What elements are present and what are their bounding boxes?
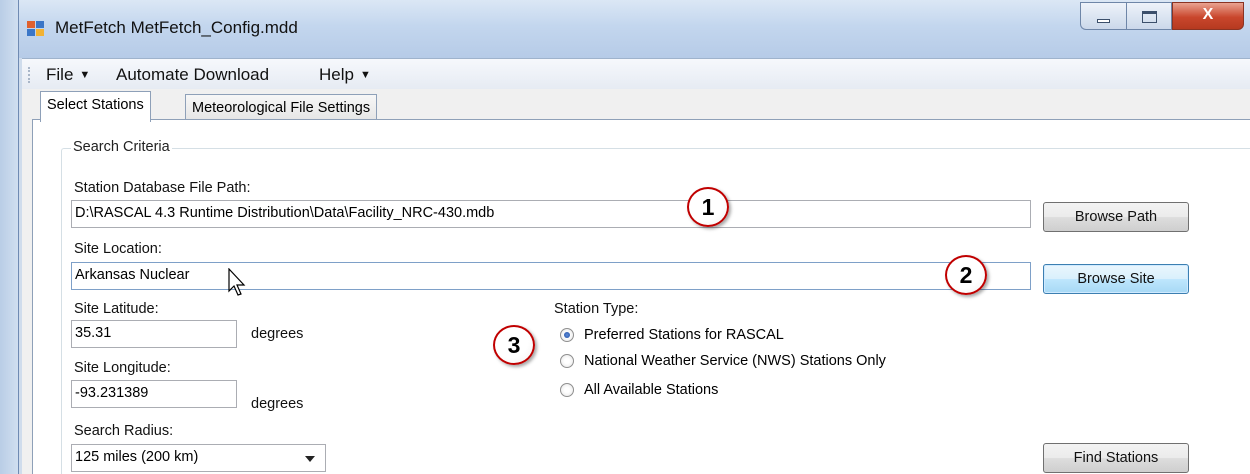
minimize-icon: [1097, 19, 1110, 23]
station-type-nws-label: National Weather Service (NWS) Stations …: [584, 353, 886, 369]
window-title: MetFetch MetFetch_Config.mdd: [55, 18, 298, 37]
tab-panel-select-stations: Search Criteria Station Database File Pa…: [32, 119, 1250, 474]
close-icon: X: [1202, 6, 1214, 23]
maximize-icon: [1142, 11, 1157, 23]
site-location-field[interactable]: Arkansas Nuclear: [71, 262, 1031, 290]
mouse-cursor-icon: [228, 268, 246, 296]
db-path-field[interactable]: D:\RASCAL 4.3 Runtime Distribution\Data\…: [71, 200, 1031, 228]
menu-automate-download[interactable]: Automate Download: [116, 65, 269, 85]
browse-path-button[interactable]: Browse Path: [1043, 202, 1189, 232]
site-latitude-unit: degrees: [251, 326, 304, 342]
menu-automate-download-label: Automate Download: [116, 65, 270, 84]
radio-button-icon: [560, 354, 574, 368]
callout-2: 2: [945, 255, 987, 295]
tab-meteorological-file-settings[interactable]: Meteorological File Settings: [185, 94, 378, 122]
station-type-nws[interactable]: National Weather Service (NWS) Stations …: [560, 353, 886, 369]
client-area: File ▼ Automate Download Help ▼ Select Sta…: [22, 58, 1250, 474]
find-stations-button[interactable]: Find Stations: [1043, 443, 1189, 473]
station-type-all-label: All Available Stations: [584, 382, 719, 398]
maximize-button[interactable]: [1126, 2, 1172, 30]
search-radius-value: 125 miles (200 km): [75, 449, 199, 465]
site-longitude-unit: degrees: [251, 396, 304, 412]
close-button[interactable]: X: [1172, 2, 1244, 30]
chevron-down-icon: [305, 456, 315, 462]
minimize-button[interactable]: [1080, 2, 1126, 30]
menu-file-label: File: [46, 65, 74, 84]
radio-button-icon: [560, 328, 574, 342]
menu-help-label: Help: [319, 65, 354, 84]
db-path-label: Station Database File Path:: [74, 180, 251, 196]
station-type-preferred-label: Preferred Stations for RASCAL: [584, 327, 784, 343]
site-longitude-label: Site Longitude:: [74, 360, 171, 376]
menu-help[interactable]: Help ▼: [319, 65, 371, 85]
search-radius-label: Search Radius:: [74, 423, 174, 439]
app-window: MetFetch MetFetch_Config.mdd X File ▼ Aut…: [18, 0, 1250, 474]
app-icon: [27, 21, 45, 37]
site-latitude-field[interactable]: 35.31: [71, 320, 237, 348]
site-longitude-field[interactable]: -93.231389: [71, 380, 237, 408]
site-latitude-label: Site Latitude:: [74, 301, 159, 317]
site-location-label: Site Location:: [74, 241, 162, 257]
callout-1: 1: [687, 187, 729, 227]
tab-select-stations[interactable]: Select Stations: [40, 91, 151, 122]
search-criteria-group: [61, 148, 1250, 474]
search-radius-select[interactable]: 125 miles (200 km): [71, 444, 326, 472]
title-bar: MetFetch MetFetch_Config.mdd X: [19, 0, 1250, 58]
menu-grip-icon: [28, 67, 31, 83]
callout-3: 3: [493, 325, 535, 365]
search-criteria-legend: Search Criteria: [71, 139, 172, 155]
caption-buttons: X: [1080, 2, 1244, 30]
station-type-label: Station Type:: [554, 301, 639, 317]
menu-help-dropdown-icon: ▼: [359, 69, 371, 81]
radio-button-icon: [560, 383, 574, 397]
station-type-preferred[interactable]: Preferred Stations for RASCAL: [560, 327, 784, 343]
browse-site-button[interactable]: Browse Site: [1043, 264, 1189, 294]
menu-bar: File ▼ Automate Download Help ▼: [22, 59, 1250, 89]
window-left-edge: [0, 0, 20, 474]
menu-file-dropdown-icon: ▼: [79, 69, 91, 81]
menu-file[interactable]: File ▼: [46, 65, 90, 85]
station-type-all[interactable]: All Available Stations: [560, 382, 718, 398]
